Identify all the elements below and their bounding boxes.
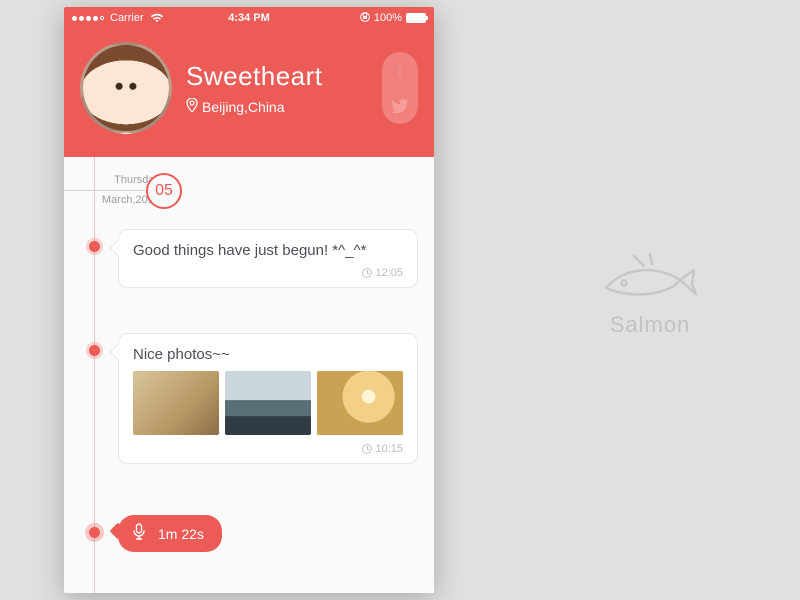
brand-name: Salmon [600,312,700,338]
date-chip: Thursday March,2014 05 [64,173,182,209]
timeline-node [89,527,100,538]
clock-icon [362,268,372,278]
photo-thumb[interactable] [317,371,403,435]
voice-duration: 1m 22s [158,526,204,542]
avatar[interactable] [80,42,172,134]
wifi-icon [150,13,164,23]
clock-label: 4:34 PM [228,12,270,24]
clock-icon [362,444,372,454]
profile-location-text: Beijing,China [202,99,285,115]
phone-frame: Carrier 4:34 PM 100% Sweetheart Beijing,… [64,7,434,593]
timeline: Thursday March,2014 05 Good things have … [64,157,434,593]
post-text: Good things have just begun! *^_^* [133,242,403,259]
photo-thumb[interactable] [225,371,311,435]
carrier-label: Carrier [110,12,144,24]
brand-mark: Salmon [600,250,700,338]
post-time: 10:15 [133,443,403,455]
profile-header: Sweetheart Beijing,China f [64,29,434,157]
post-text: Nice photos~~ [133,346,403,363]
post-time-label: 12:05 [375,267,403,279]
battery-pct-label: 100% [374,12,402,24]
photo-thumbs [133,371,403,435]
social-pill: f [382,52,418,124]
timeline-node [89,241,100,252]
timeline-node [89,345,100,356]
profile-location: Beijing,China [186,98,368,115]
photo-thumb[interactable] [133,371,219,435]
status-bar: Carrier 4:34 PM 100% [64,7,434,29]
date-day-circle: 05 [146,173,182,209]
voice-bubble[interactable]: 1m 22s [118,515,222,552]
post-time-label: 10:15 [375,443,403,455]
facebook-icon[interactable]: f [389,59,411,81]
twitter-icon[interactable] [389,95,411,117]
battery-icon [406,13,426,23]
pin-icon [186,98,198,115]
lock-icon [360,11,370,25]
mic-icon [132,523,146,544]
signal-dots-icon [72,12,106,24]
post-bubble[interactable]: Good things have just begun! *^_^* 12:05 [118,229,418,288]
fish-icon [600,250,700,304]
profile-name: Sweetheart [186,61,368,92]
post-time: 12:05 [133,267,403,279]
post-bubble[interactable]: Nice photos~~ 10:15 [118,333,418,464]
